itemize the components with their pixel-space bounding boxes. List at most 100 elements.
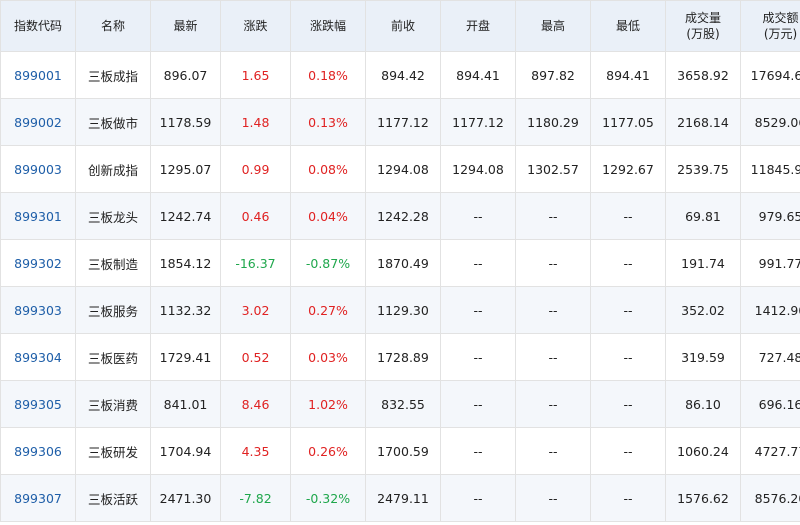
index-name: 三板龙头: [75, 192, 151, 240]
table-row[interactable]: 899307 三板活跃 2471.30 -7.82 -0.32% 2479.11 -- -- -…: [0, 474, 800, 522]
header-prev-close[interactable]: 前收: [365, 0, 441, 52]
open-value: --: [440, 427, 516, 475]
volume-value: 1576.62: [665, 474, 741, 522]
low-value: --: [590, 286, 666, 334]
table-row[interactable]: 899301 三板龙头 1242.74 0.46 0.04% 1242.28 -- -- -- 6…: [0, 192, 800, 240]
index-name: 三板研发: [75, 427, 151, 475]
table-row[interactable]: 899003 创新成指 1295.07 0.99 0.08% 1294.08 1294.08…: [0, 145, 800, 193]
change-pct-value: 0.13%: [290, 98, 366, 146]
header-change[interactable]: 涨跌: [220, 0, 291, 52]
change-pct-value: 0.27%: [290, 286, 366, 334]
header-volume[interactable]: 成交量 (万股): [665, 0, 741, 52]
header-open[interactable]: 开盘: [440, 0, 516, 52]
open-value: --: [440, 474, 516, 522]
amount-value: 979.65: [740, 192, 800, 240]
table-row[interactable]: 899001 三板成指 896.07 1.65 0.18% 894.42 894.41 897…: [0, 51, 800, 99]
change-value: 0.52: [220, 333, 291, 381]
latest-value: 1132.32: [150, 286, 221, 334]
index-code-link[interactable]: 899305: [0, 380, 76, 428]
latest-value: 1242.74: [150, 192, 221, 240]
header-low[interactable]: 最低: [590, 0, 666, 52]
table-row[interactable]: 899304 三板医药 1729.41 0.52 0.03% 1728.89 -- -- -- 3…: [0, 333, 800, 381]
prev-close-value: 2479.11: [365, 474, 441, 522]
prev-close-value: 1728.89: [365, 333, 441, 381]
index-name: 三板消费: [75, 380, 151, 428]
index-code-link[interactable]: 899002: [0, 98, 76, 146]
amount-value: 17694.69: [740, 51, 800, 99]
volume-value: 1060.24: [665, 427, 741, 475]
change-value: -16.37: [220, 239, 291, 287]
low-value: --: [590, 427, 666, 475]
amount-value: 11845.93: [740, 145, 800, 193]
change-pct-value: 1.02%: [290, 380, 366, 428]
header-change-pct[interactable]: 涨跌幅: [290, 0, 366, 52]
latest-value: 2471.30: [150, 474, 221, 522]
low-value: --: [590, 239, 666, 287]
prev-close-value: 1870.49: [365, 239, 441, 287]
volume-value: 352.02: [665, 286, 741, 334]
change-pct-value: -0.87%: [290, 239, 366, 287]
amount-value: 8576.20: [740, 474, 800, 522]
index-name: 三板做市: [75, 98, 151, 146]
index-code-link[interactable]: 899003: [0, 145, 76, 193]
header-amount[interactable]: 成交额 (万元): [740, 0, 800, 52]
table-body: 899001 三板成指 896.07 1.65 0.18% 894.42 894.41 897…: [0, 51, 800, 522]
open-value: 1294.08: [440, 145, 516, 193]
open-value: --: [440, 333, 516, 381]
header-name[interactable]: 名称: [75, 0, 151, 52]
open-value: 894.41: [440, 51, 516, 99]
index-code-link[interactable]: 899301: [0, 192, 76, 240]
volume-value: 191.74: [665, 239, 741, 287]
change-value: 3.02: [220, 286, 291, 334]
open-value: --: [440, 286, 516, 334]
prev-close-value: 1129.30: [365, 286, 441, 334]
header-row: 指数代码 名称 最新 涨跌 涨跌幅 前收 开盘 最高 最低 成交量 (万股) 成…: [0, 0, 800, 52]
prev-close-value: 1177.12: [365, 98, 441, 146]
index-code-link[interactable]: 899307: [0, 474, 76, 522]
latest-value: 1854.12: [150, 239, 221, 287]
change-value: 1.48: [220, 98, 291, 146]
prev-close-value: 894.42: [365, 51, 441, 99]
header-latest[interactable]: 最新: [150, 0, 221, 52]
change-pct-value: 0.18%: [290, 51, 366, 99]
high-value: --: [515, 474, 591, 522]
prev-close-value: 1242.28: [365, 192, 441, 240]
header-index-code[interactable]: 指数代码: [0, 0, 76, 52]
high-value: --: [515, 239, 591, 287]
low-value: --: [590, 333, 666, 381]
table-row[interactable]: 899302 三板制造 1854.12 -16.37 -0.87% 1870.49 -- --…: [0, 239, 800, 287]
index-code-link[interactable]: 899001: [0, 51, 76, 99]
index-name: 三板活跃: [75, 474, 151, 522]
high-value: --: [515, 380, 591, 428]
volume-value: 319.59: [665, 333, 741, 381]
index-name: 三板服务: [75, 286, 151, 334]
high-value: --: [515, 286, 591, 334]
header-high[interactable]: 最高: [515, 0, 591, 52]
low-value: 894.41: [590, 51, 666, 99]
table-row[interactable]: 899306 三板研发 1704.94 4.35 0.26% 1700.59 -- -- -- 1…: [0, 427, 800, 475]
latest-value: 896.07: [150, 51, 221, 99]
change-pct-value: 0.04%: [290, 192, 366, 240]
table-row[interactable]: 899002 三板做市 1178.59 1.48 0.13% 1177.12 1177.12…: [0, 98, 800, 146]
open-value: 1177.12: [440, 98, 516, 146]
change-value: 1.65: [220, 51, 291, 99]
latest-value: 1178.59: [150, 98, 221, 146]
change-pct-value: 0.08%: [290, 145, 366, 193]
change-pct-value: 0.26%: [290, 427, 366, 475]
table-row[interactable]: 899303 三板服务 1132.32 3.02 0.27% 1129.30 -- -- -- 3…: [0, 286, 800, 334]
table-row[interactable]: 899305 三板消费 841.01 8.46 1.02% 832.55 -- -- -- 86.…: [0, 380, 800, 428]
latest-value: 1704.94: [150, 427, 221, 475]
amount-value: 991.77: [740, 239, 800, 287]
latest-value: 1729.41: [150, 333, 221, 381]
index-name: 三板成指: [75, 51, 151, 99]
index-code-link[interactable]: 899302: [0, 239, 76, 287]
volume-value: 2168.14: [665, 98, 741, 146]
amount-value: 1412.90: [740, 286, 800, 334]
index-code-link[interactable]: 899303: [0, 286, 76, 334]
high-value: 897.82: [515, 51, 591, 99]
index-code-link[interactable]: 899306: [0, 427, 76, 475]
change-pct-value: 0.03%: [290, 333, 366, 381]
open-value: --: [440, 380, 516, 428]
index-code-link[interactable]: 899304: [0, 333, 76, 381]
low-value: --: [590, 380, 666, 428]
